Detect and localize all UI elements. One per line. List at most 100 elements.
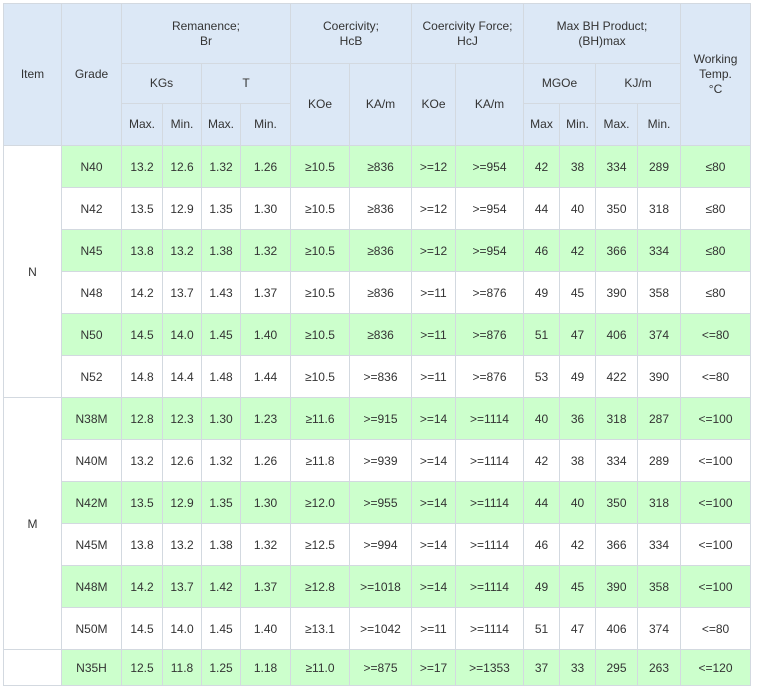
value-cell: ≥836 — [349, 145, 412, 188]
header-kjm-max: Max. — [595, 103, 638, 146]
value-cell: 13.8 — [121, 523, 163, 566]
value-cell: 289 — [637, 145, 681, 188]
header-mgoe-max: Max — [523, 103, 560, 146]
table-row: M N38M 12.8 12.3 1.30 1.23 ≥11.6 >=915 >=14 >=111… — [3, 397, 751, 650]
value-cell: 1.32 — [240, 523, 291, 566]
grade-cell: N52 — [61, 355, 122, 398]
value-cell: >=1353 — [455, 649, 524, 686]
value-cell: 1.44 — [240, 355, 291, 398]
value-cell: <=120 — [680, 649, 751, 686]
value-cell: >=836 — [349, 355, 412, 398]
table-row: N42M 13.5 12.9 1.35 1.30 ≥12.0 >=955 >=14 >=1114… — [4, 481, 751, 524]
value-cell: 12.6 — [162, 439, 202, 482]
header-unit-koe-hcj: KOe — [411, 63, 456, 146]
value-cell: 1.35 — [201, 481, 241, 524]
value-cell: 1.32 — [240, 229, 291, 272]
value-cell: ≥12.5 — [290, 523, 350, 566]
value-cell: >=994 — [349, 523, 412, 566]
value-cell: 350 — [595, 481, 638, 524]
value-cell: 42 — [559, 229, 596, 272]
value-cell: ≤80 — [680, 187, 751, 230]
grade-cell: N35H — [61, 649, 122, 686]
value-cell: 263 — [637, 649, 681, 686]
value-cell: 12.5 — [121, 649, 163, 686]
header-t-max: Max. — [201, 103, 241, 146]
value-cell: ≥10.5 — [290, 145, 350, 188]
value-cell: 12.9 — [162, 481, 202, 524]
header-unit-kam-hcj: KA/m — [455, 63, 524, 146]
value-cell: 1.42 — [201, 565, 241, 608]
header-remanence-line1: Remanence; — [171, 18, 241, 33]
header-unit-kgs: KGs — [121, 63, 202, 104]
value-cell: 1.35 — [201, 187, 241, 230]
value-cell: 390 — [595, 565, 638, 608]
grade-cell: N42 — [61, 187, 122, 230]
value-cell: 334 — [637, 523, 681, 566]
value-cell: 406 — [595, 607, 638, 650]
value-cell: 12.8 — [121, 397, 163, 440]
value-cell: 47 — [559, 607, 596, 650]
value-cell: 1.43 — [201, 271, 241, 314]
value-cell: <=100 — [680, 481, 751, 524]
value-cell: >=11 — [411, 607, 456, 650]
value-cell: <=100 — [680, 397, 751, 440]
value-cell: 12.3 — [162, 397, 202, 440]
table-row: N48 14.2 13.7 1.43 1.37 ≥10.5 ≥836 >=11 >=876 49 4… — [4, 271, 751, 314]
header-coercivity-line1: Coercivity; — [322, 18, 379, 33]
value-cell: ≥836 — [349, 271, 412, 314]
value-cell: >=14 — [411, 565, 456, 608]
value-cell: 1.32 — [201, 439, 241, 482]
table-row: N40M 13.2 12.6 1.32 1.26 ≥11.8 >=939 >=14 >=1114… — [4, 439, 751, 482]
header-remanence-line2: Br — [200, 33, 212, 48]
value-cell: 1.30 — [240, 481, 291, 524]
value-cell: >=1018 — [349, 565, 412, 608]
value-cell: 49 — [559, 355, 596, 398]
header-bh-product: Max BH Product; (BH)max — [523, 3, 681, 64]
header-coercivity: Coercivity; HcB — [290, 3, 412, 64]
value-cell: 40 — [559, 187, 596, 230]
table-row: N N40 13.2 12.6 1.32 1.26 ≥10.5 ≥836 >=12 >=954 42… — [3, 145, 751, 398]
value-cell: 40 — [523, 397, 560, 440]
table-body: N N40 13.2 12.6 1.32 1.26 ≥10.5 ≥836 >=12 >=954 42… — [3, 145, 751, 686]
value-cell: ≥836 — [349, 229, 412, 272]
value-cell: >=1114 — [455, 523, 524, 566]
value-cell: 38 — [559, 439, 596, 482]
value-cell: 14.5 — [121, 607, 163, 650]
header-unit-t: T — [201, 63, 291, 104]
value-cell: 318 — [637, 187, 681, 230]
value-cell: 1.40 — [240, 313, 291, 356]
value-cell: ≥10.5 — [290, 271, 350, 314]
value-cell: 13.5 — [121, 481, 163, 524]
value-cell: 13.2 — [162, 523, 202, 566]
value-cell: 289 — [637, 439, 681, 482]
table-row: N35H 12.5 11.8 1.25 1.18 ≥11.0 >=875 >=17 >=1353… — [3, 649, 751, 686]
value-cell: 1.37 — [240, 271, 291, 314]
group-label — [3, 649, 62, 686]
value-cell: 1.38 — [201, 229, 241, 272]
value-cell: 334 — [637, 229, 681, 272]
value-cell: 1.25 — [201, 649, 241, 686]
value-cell: 1.26 — [240, 439, 291, 482]
value-cell: 49 — [523, 271, 560, 314]
value-cell: ≥10.5 — [290, 187, 350, 230]
value-cell: >=14 — [411, 397, 456, 440]
header-kgs-max: Max. — [121, 103, 163, 146]
value-cell: 1.23 — [240, 397, 291, 440]
value-cell: >=1114 — [455, 439, 524, 482]
value-cell: >=11 — [411, 313, 456, 356]
value-cell: >=875 — [349, 649, 412, 686]
value-cell: 1.30 — [240, 187, 291, 230]
value-cell: >=1114 — [455, 607, 524, 650]
value-cell: 42 — [559, 523, 596, 566]
header-bh-line2: (BH)max — [578, 33, 626, 48]
value-cell: 406 — [595, 313, 638, 356]
value-cell: 295 — [595, 649, 638, 686]
value-cell: ≥11.8 — [290, 439, 350, 482]
value-cell: ≥11.6 — [290, 397, 350, 440]
value-cell: 1.45 — [201, 607, 241, 650]
value-cell: 334 — [595, 145, 638, 188]
value-cell: >=14 — [411, 523, 456, 566]
value-cell: 14.0 — [162, 313, 202, 356]
value-cell: >=11 — [411, 355, 456, 398]
value-cell: ≤80 — [680, 145, 751, 188]
